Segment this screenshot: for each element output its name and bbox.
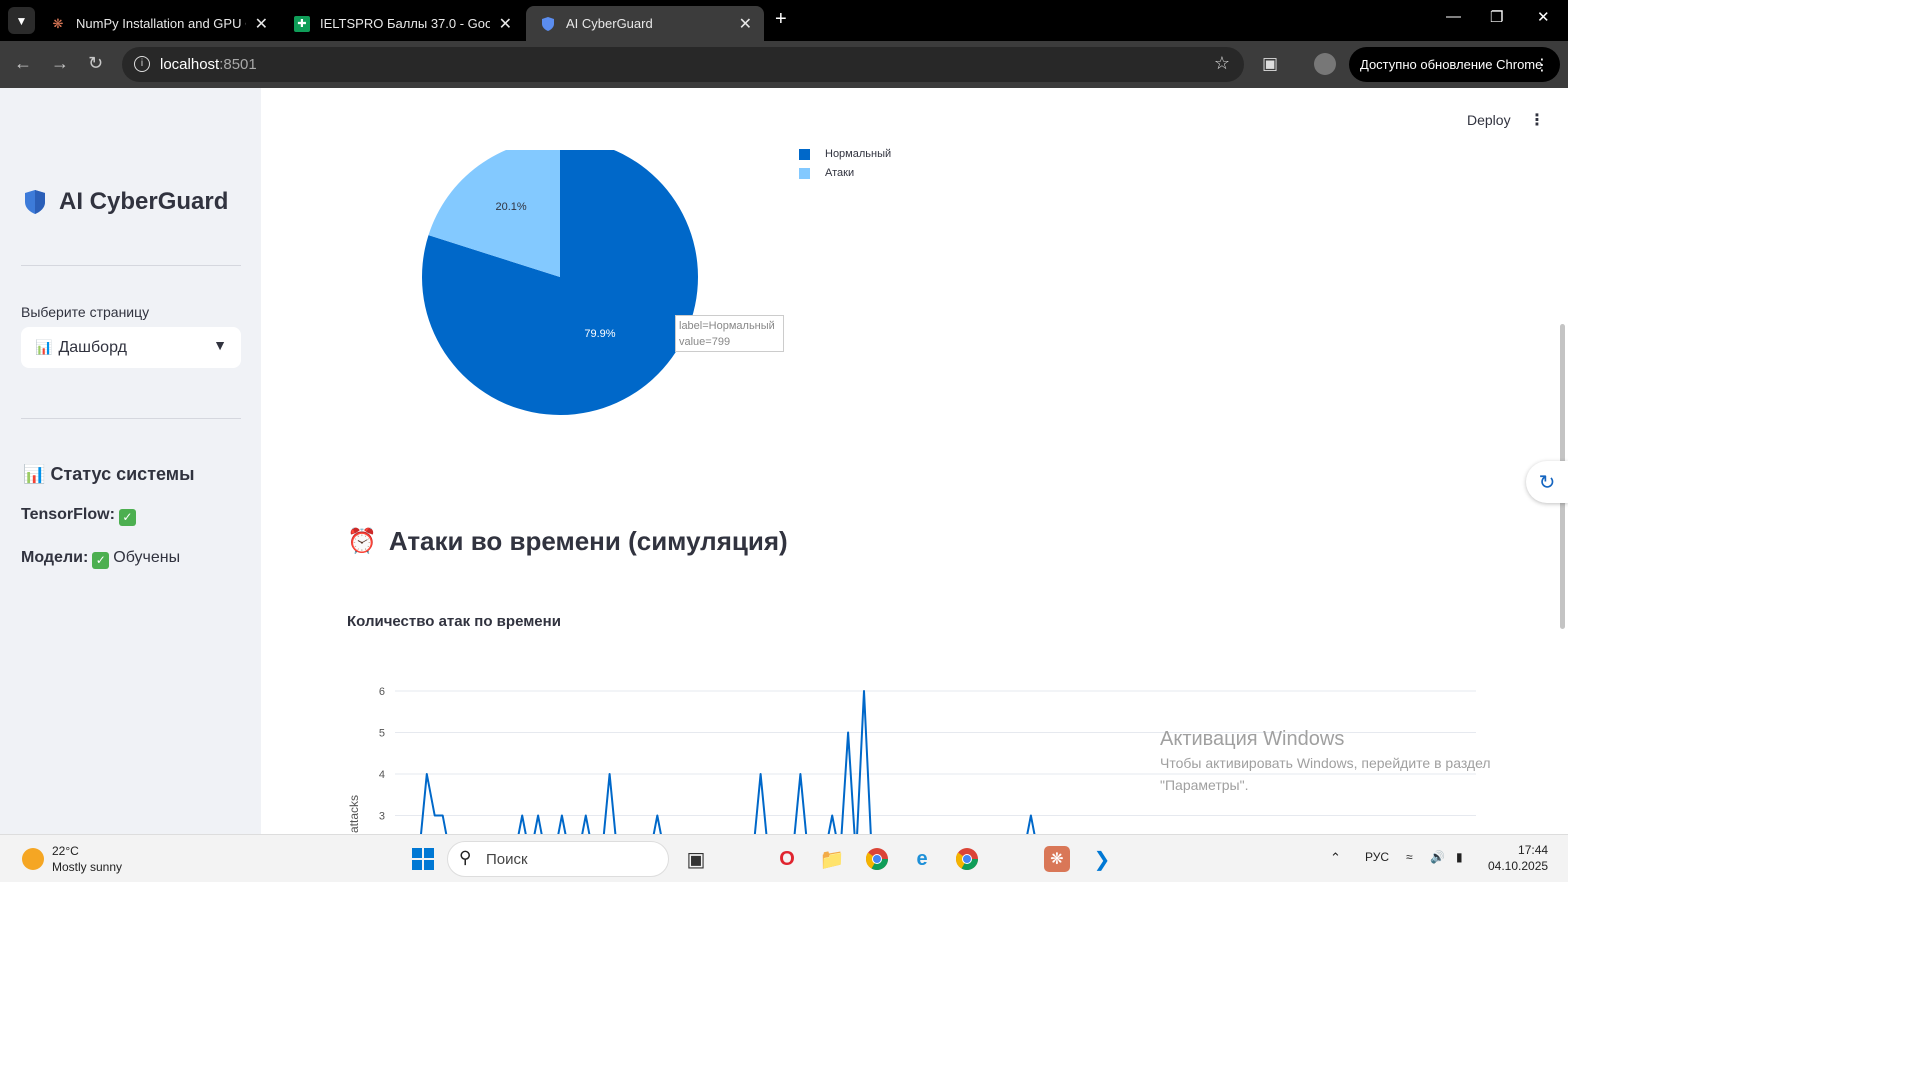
shield-icon (25, 190, 45, 214)
new-tab-button[interactable]: + (775, 8, 787, 31)
task-view-icon[interactable]: ▣ (683, 846, 709, 872)
page-select-value: Дашборд (58, 338, 127, 356)
back-icon[interactable]: ← (14, 53, 32, 74)
bar-chart-icon: 📊 (23, 464, 46, 484)
line-chart: 3 4 5 6 attacks (347, 686, 1476, 834)
divider (21, 418, 241, 419)
battery-icon[interactable]: ▮ (1456, 850, 1463, 864)
tab-numpy[interactable]: ❋ NumPy Installation and GPU Co ✕ (36, 6, 280, 41)
close-icon[interactable]: ✕ (499, 14, 512, 34)
models-status: Модели: ✓ Обучены (21, 549, 181, 569)
main-menu-icon[interactable]: ⋮ (1529, 110, 1545, 130)
extensions-icon[interactable]: ▣ (1262, 54, 1278, 74)
close-icon[interactable]: ✕ (255, 14, 268, 34)
avatar[interactable] (1314, 53, 1336, 75)
taskbar-clock[interactable]: 17:44 04.10.2025 (1488, 842, 1548, 874)
language-indicator[interactable]: РУС (1365, 850, 1389, 864)
main-content: Deploy ⋮ 79.9% 20.1% Нормальный Атаки lab… (261, 88, 1568, 834)
url-text: localhost:8501 (160, 56, 257, 73)
bookmark-star-icon[interactable]: ☆ (1214, 53, 1230, 74)
tab-ai-cyberguard[interactable]: AI CyberGuard ✕ (526, 6, 764, 41)
select-label: Выберите страницу (21, 304, 150, 320)
tab-ieltspro[interactable]: ✚ IELTSPRO Баллы 37.0 - Google ✕ (280, 6, 524, 41)
taskbar-search[interactable]: ⚲ Поиск (447, 841, 669, 877)
chrome-menu-icon[interactable]: ⋮ (1534, 55, 1550, 75)
wifi-icon[interactable]: ≈ (1406, 850, 1413, 864)
y-tick-label: 3 (379, 811, 385, 823)
tab-title: IELTSPRO Баллы 37.0 - Google (320, 16, 490, 31)
tab-title: AI CyberGuard (566, 16, 653, 31)
windows-activation-watermark: Активация Windows Чтобы активировать Win… (1160, 728, 1491, 793)
page-select[interactable]: 📊 Дашборд ▼ (21, 327, 241, 368)
y-tick-label: 6 (379, 686, 385, 698)
shield-icon (540, 16, 556, 32)
status-heading: 📊 Статус системы (23, 464, 195, 484)
search-icon: ⚲ (459, 848, 472, 867)
forward-icon[interactable]: → (51, 53, 69, 74)
edge-icon[interactable]: e (909, 846, 935, 872)
file-explorer-icon[interactable]: 📁 (819, 846, 845, 872)
chrome-update-button[interactable]: Доступно обновление Chrome ⋮ (1349, 47, 1560, 82)
sidebar-title: AI CyberGuard (25, 188, 228, 216)
sidebar: AI CyberGuard Выберите страницу 📊 Дашбор… (0, 88, 261, 834)
y-tick-label: 5 (379, 728, 385, 740)
y-axis-label: attacks (347, 795, 361, 833)
chrome-icon[interactable] (864, 846, 890, 872)
taskbar: 22°C Mostly sunny ⚲ Поиск ▣ O 📁 e ❋ ❯ ⌃ … (0, 834, 1568, 882)
sun-icon (22, 848, 44, 870)
sheets-icon: ✚ (294, 15, 310, 32)
chevron-up-icon[interactable]: ⌃ (1330, 850, 1341, 866)
windows-start-icon[interactable] (410, 846, 436, 872)
weather-widget[interactable]: 22°C Mostly sunny (22, 843, 122, 875)
address-bar[interactable]: i localhost:8501 ☆ (122, 47, 1244, 82)
check-icon: ✓ (118, 509, 136, 526)
bar-chart-icon: 📊 (35, 339, 53, 355)
tab-strip: ▼ ❋ NumPy Installation and GPU Co ✕ ✚ IE… (0, 0, 1568, 41)
volume-icon[interactable]: 🔊 (1430, 850, 1445, 864)
close-icon[interactable]: ✕ (739, 14, 752, 34)
minimize-icon[interactable]: — (1446, 8, 1461, 25)
divider (21, 265, 241, 266)
close-window-icon[interactable]: ✕ (1537, 8, 1550, 26)
claude-icon[interactable]: ❋ (1044, 846, 1070, 872)
browser-toolbar: ← → ↻ i localhost:8501 ☆ ▣ Доступно обно… (0, 41, 1568, 88)
tensorflow-status: TensorFlow: ✓ (21, 506, 140, 526)
check-icon: ✓ (92, 552, 110, 569)
site-info-icon[interactable]: i (134, 56, 150, 72)
restore-icon[interactable]: ❐ (1490, 8, 1503, 26)
translate-extension-icon[interactable]: ↻ (1526, 461, 1568, 503)
tab-search-button[interactable]: ▼ (8, 7, 35, 34)
vscode-icon[interactable]: ❯ (1089, 846, 1115, 872)
claude-icon: ❋ (52, 15, 64, 31)
chevron-down-icon: ▼ (213, 337, 227, 353)
reload-icon[interactable]: ↻ (88, 53, 103, 74)
tab-title: NumPy Installation and GPU Co (76, 16, 246, 31)
opera-icon[interactable]: O (774, 846, 800, 872)
chrome-active-icon[interactable] (954, 846, 980, 872)
y-tick-label: 4 (379, 769, 385, 781)
